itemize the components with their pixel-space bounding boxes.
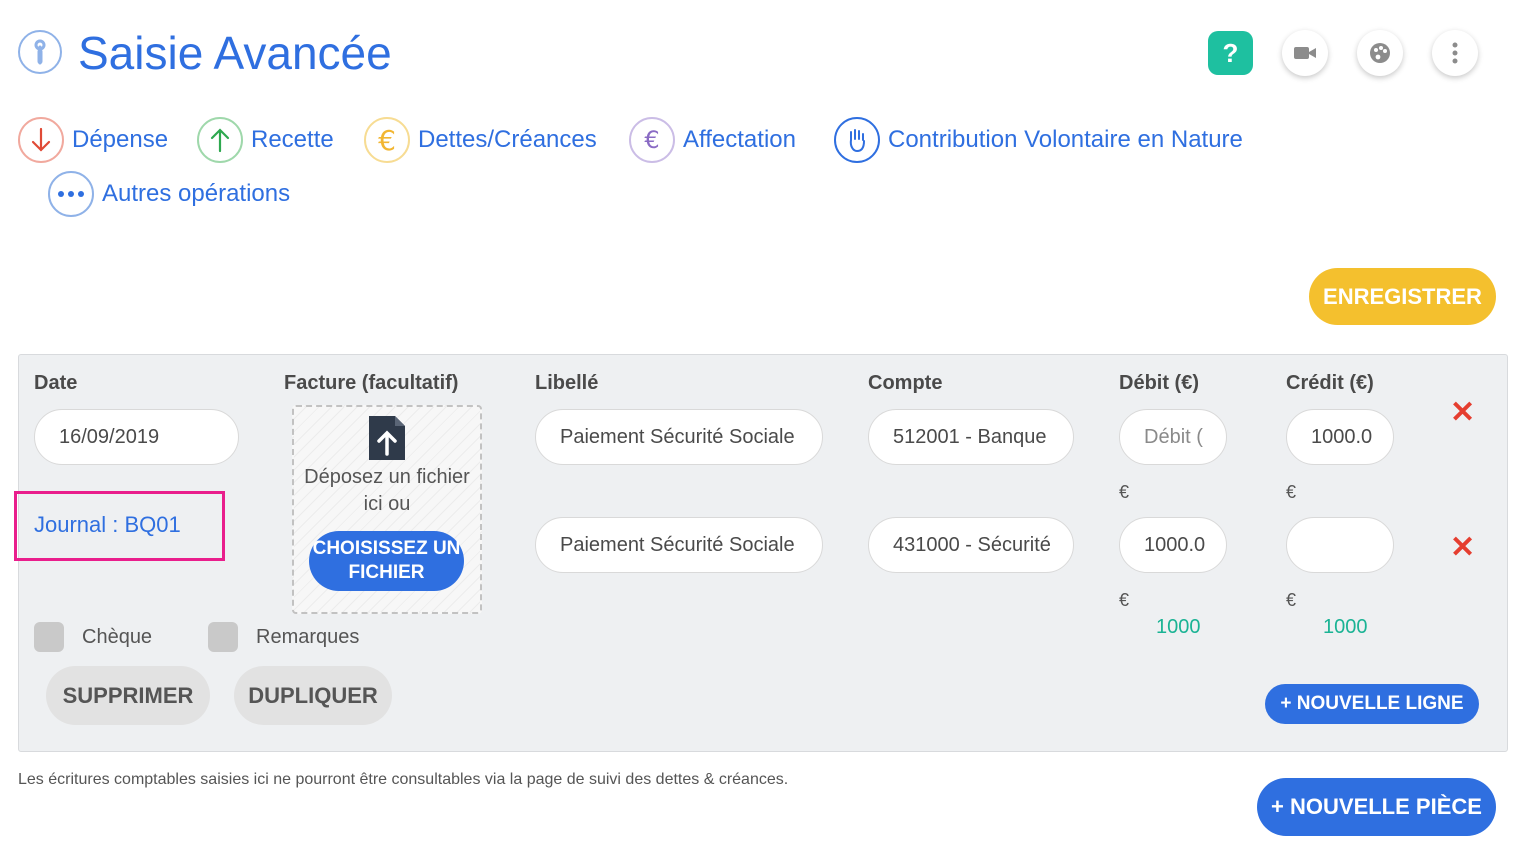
col-header-credit: Crédit (€) (1286, 372, 1374, 394)
op-contribution-nature[interactable]: Contribution Volontaire en Nature (834, 117, 1243, 163)
arrow-down-icon (18, 117, 64, 163)
save-button[interactable]: ENREGISTRER (1309, 268, 1496, 325)
help-button[interactable]: ? (1208, 31, 1253, 75)
video-icon (1294, 47, 1316, 59)
cheque-checkbox[interactable] (34, 622, 64, 652)
op-recette[interactable]: Recette (197, 117, 334, 163)
col-header-date: Date (34, 372, 78, 394)
duplicate-button[interactable]: DUPLIQUER (234, 666, 392, 725)
new-line-button[interactable]: + NOUVELLE LIGNE (1265, 684, 1479, 724)
more-vertical-icon (1452, 42, 1458, 64)
dropzone-text: Déposez un fichier ici ou (304, 466, 470, 515)
row1-debit-currency: € (1119, 482, 1130, 502)
arrow-up-icon (197, 117, 243, 163)
total-credit: 1000 (1323, 616, 1368, 638)
palette-button[interactable] (1357, 30, 1403, 76)
op-label: Recette (251, 126, 334, 153)
cheque-label: Chèque (82, 626, 153, 648)
row2-remove-icon[interactable]: ✕ (1450, 530, 1475, 565)
footnote-text: Les écritures comptables saisies ici ne … (18, 771, 789, 788)
op-affectation[interactable]: € Affectation (629, 117, 796, 163)
col-header-label: Libellé (535, 372, 599, 394)
op-label: Dépense (72, 126, 169, 153)
op-label: Contribution Volontaire en Nature (888, 126, 1243, 153)
row2-credit-currency: € (1286, 590, 1297, 610)
row1-debit-input[interactable]: Débit ( (1119, 409, 1227, 465)
dots-icon (48, 171, 94, 217)
op-depense[interactable]: Dépense (18, 117, 168, 163)
op-label: Autres opérations (102, 180, 291, 207)
euro-exchange-icon: € (629, 117, 675, 163)
col-header-debit: Débit (€) (1119, 372, 1199, 394)
op-label: Dettes/Créances (418, 126, 597, 153)
row2-account-input[interactable]: 431000 - Sécurité (868, 517, 1074, 573)
row1-label-input[interactable]: Paiement Sécurité Sociale (535, 409, 823, 465)
remarks-label: Remarques (256, 626, 360, 648)
row2-debit-input[interactable]: 1000.0 (1119, 517, 1227, 573)
palette-icon (1370, 43, 1390, 63)
row2-credit-input[interactable] (1286, 517, 1394, 573)
row1-remove-icon[interactable]: ✕ (1450, 395, 1475, 430)
euro-icon: € (364, 117, 410, 163)
total-debit: 1000 (1156, 616, 1201, 638)
delete-button[interactable]: SUPPRIMER (46, 666, 210, 725)
help-icon: ? (1222, 37, 1239, 68)
choose-file-button[interactable]: CHOISISSEZ UN FICHIER (309, 531, 464, 591)
wrench-icon (18, 30, 62, 74)
col-header-account: Compte (868, 372, 943, 394)
video-button[interactable] (1282, 30, 1328, 76)
file-upload-icon (367, 414, 407, 467)
date-field[interactable]: 16/09/2019 (34, 409, 239, 465)
op-autres[interactable]: Autres opérations (48, 171, 290, 217)
row1-account-input[interactable]: 512001 - Banque (868, 409, 1074, 465)
row1-credit-currency: € (1286, 482, 1297, 502)
op-dettes-creances[interactable]: € Dettes/Créances (364, 117, 597, 163)
hand-icon (834, 117, 880, 163)
new-piece-button[interactable]: + NOUVELLE PIÈCE (1257, 778, 1496, 836)
more-button[interactable] (1432, 30, 1478, 76)
row2-label-input[interactable]: Paiement Sécurité Sociale (535, 517, 823, 573)
row2-debit-currency: € (1119, 590, 1130, 610)
remarks-checkbox[interactable] (208, 622, 238, 652)
col-header-invoice: Facture (facultatif) (284, 372, 459, 394)
page-title: Saisie Avancée (78, 27, 392, 79)
journal-link[interactable]: Journal : BQ01 (34, 512, 181, 538)
row1-credit-input[interactable]: 1000.0 (1286, 409, 1394, 465)
op-label: Affectation (683, 126, 796, 153)
